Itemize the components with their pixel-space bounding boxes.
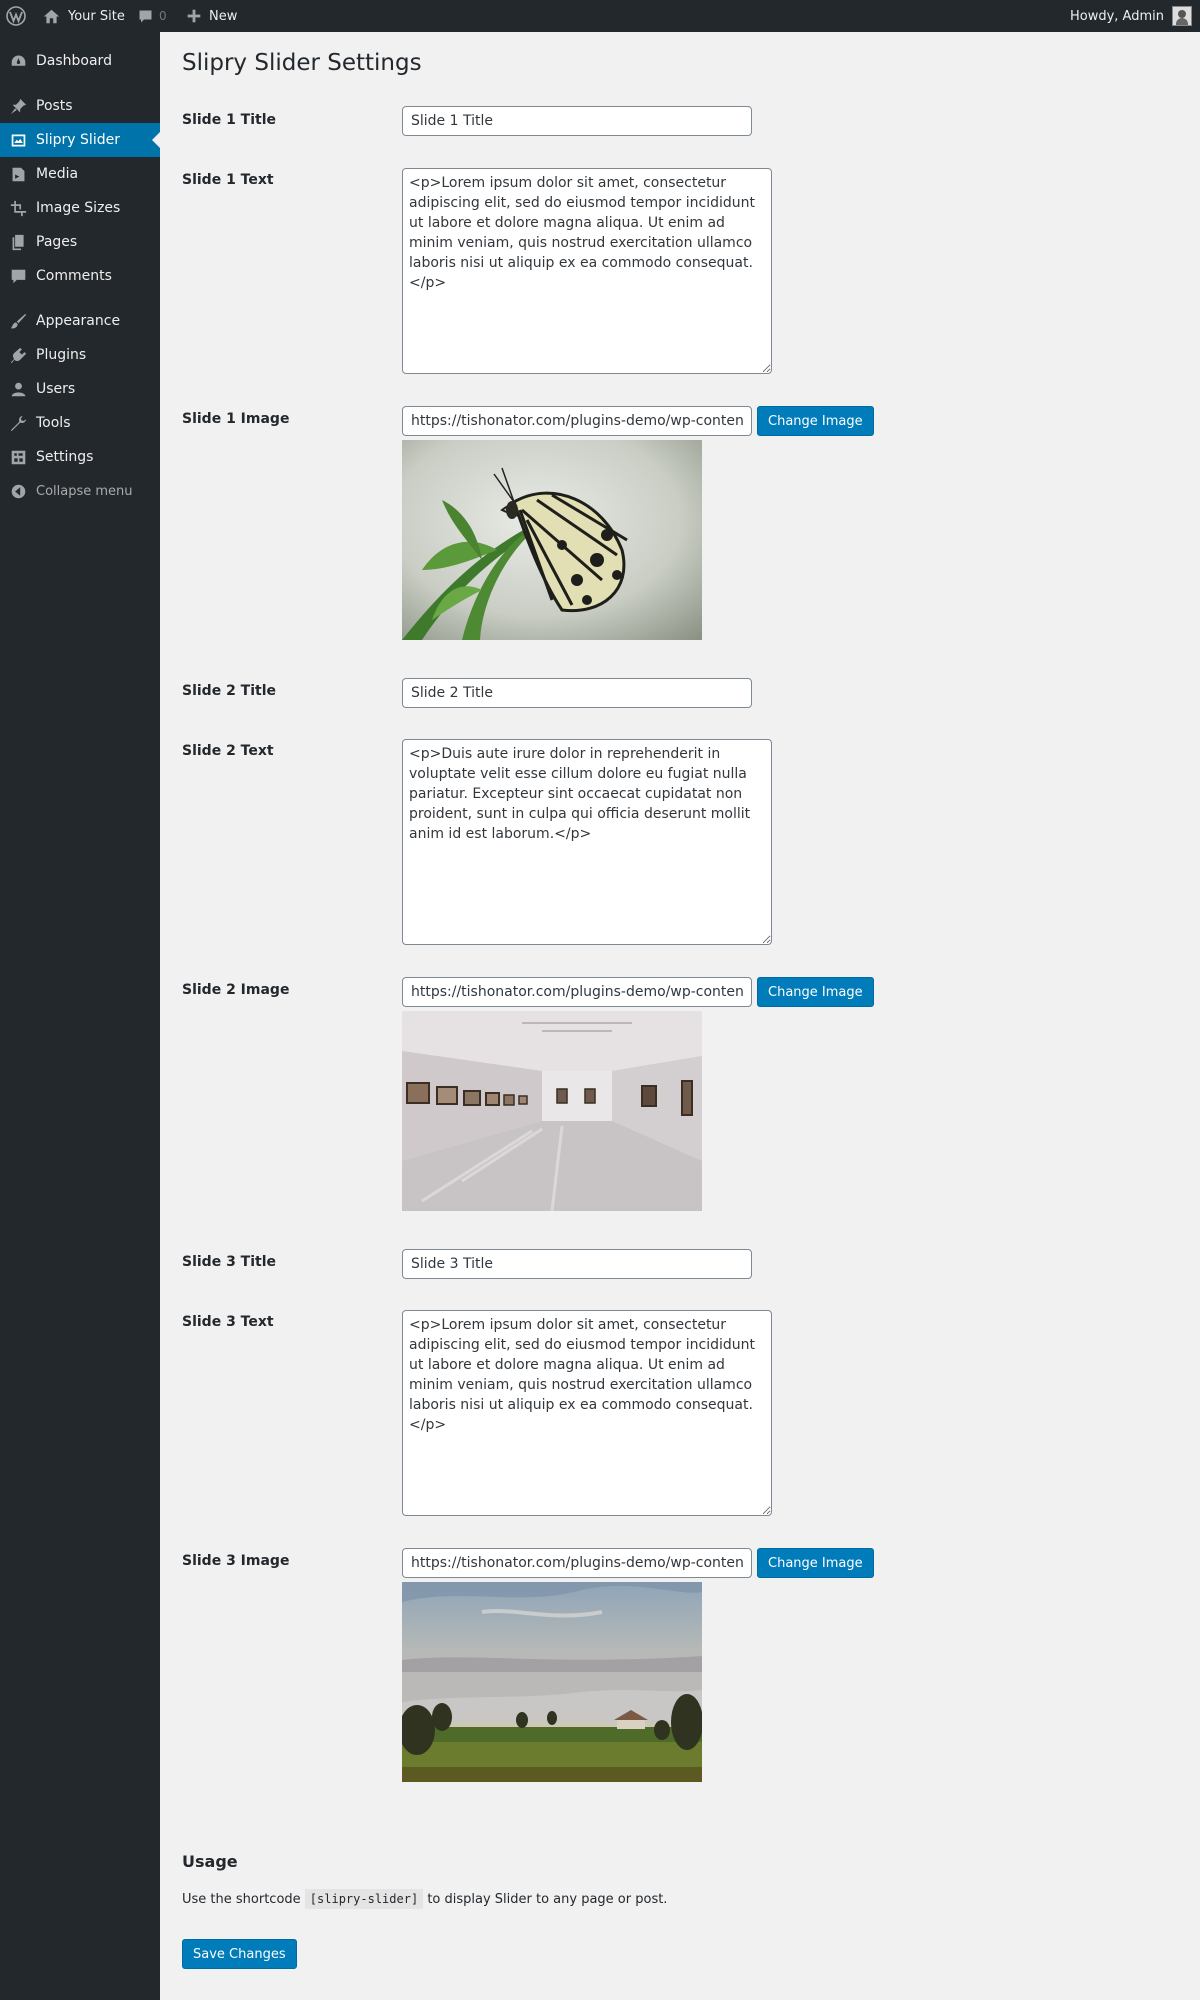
- sidebar-item-users[interactable]: Users: [0, 372, 160, 406]
- sidebar-item-label: Media: [36, 166, 79, 182]
- slide-1-image-butterfly: [402, 440, 702, 640]
- slide-1-change-image-button[interactable]: Change Image: [757, 406, 874, 436]
- collapse-menu-button[interactable]: Collapse menu: [0, 474, 160, 508]
- new-content-link[interactable]: New: [187, 0, 237, 32]
- sidebar-item-plugins[interactable]: Plugins: [0, 338, 160, 372]
- slide-1-text-label: Slide 1 Text: [182, 172, 274, 188]
- slide-1-text-area[interactable]: <p>Lorem ipsum dolor sit amet, consectet…: [402, 168, 772, 374]
- slide-3-title-input[interactable]: [402, 1249, 752, 1279]
- sidebar-item-tools[interactable]: Tools: [0, 406, 160, 440]
- usage-text: Use the shortcode [slipry-slider] to dis…: [182, 1889, 668, 1909]
- sidebar-item-slipry-slider[interactable]: Slipry Slider: [0, 123, 160, 157]
- usage-heading: Usage: [182, 1852, 238, 1871]
- slide-2-image-url-input[interactable]: [402, 977, 752, 1007]
- slide-3-image-landscape: [402, 1582, 702, 1782]
- home-icon: [43, 9, 60, 23]
- pin-icon: [0, 98, 36, 115]
- sidebar-item-label: Comments: [36, 268, 112, 284]
- slide-3-change-image-button[interactable]: Change Image: [757, 1548, 874, 1578]
- sidebar-item-label: Pages: [36, 234, 78, 250]
- sidebar-item-label: Collapse menu: [36, 483, 133, 499]
- crop-icon: [0, 200, 36, 217]
- site-name-link[interactable]: Your Site: [43, 0, 125, 32]
- slide-2-image-label: Slide 2 Image: [182, 982, 290, 998]
- slide-1-image-url-input[interactable]: [402, 406, 752, 436]
- site-name: Your Site: [68, 8, 125, 24]
- admin-sidebar: Dashboard Posts Slipry Slider Media Imag…: [0, 32, 160, 2000]
- slides-icon: [0, 132, 36, 149]
- sidebar-item-media[interactable]: Media: [0, 157, 160, 191]
- new-label: New: [209, 8, 238, 24]
- sidebar-item-label: Appearance: [36, 313, 121, 329]
- user-icon: [0, 381, 36, 398]
- sidebar-item-label: Users: [36, 381, 76, 397]
- usage-text-after: to display Slider to any page or post.: [427, 1892, 668, 1907]
- sidebar-item-pages[interactable]: Pages: [0, 225, 160, 259]
- usage-text-before: Use the shortcode: [182, 1892, 301, 1907]
- slide-2-title-label: Slide 2 Title: [182, 683, 277, 699]
- sidebar-item-appearance[interactable]: Appearance: [0, 304, 160, 338]
- sidebar-item-label: Tools: [36, 415, 71, 431]
- slide-2-change-image-button[interactable]: Change Image: [757, 977, 874, 1007]
- slide-3-image-label: Slide 3 Image: [182, 1553, 290, 1569]
- wordpress-logo-icon[interactable]: [6, 0, 28, 32]
- slide-3-title-label: Slide 3 Title: [182, 1254, 277, 1270]
- brush-icon: [0, 313, 36, 330]
- sidebar-item-posts[interactable]: Posts: [0, 89, 160, 123]
- comment-icon: [0, 268, 36, 285]
- slide-1-image-label: Slide 1 Image: [182, 411, 290, 427]
- avatar: [1172, 6, 1192, 26]
- sidebar-item-comments[interactable]: Comments: [0, 259, 160, 293]
- sidebar-item-settings[interactable]: Settings: [0, 440, 160, 474]
- comment-icon: [139, 10, 152, 22]
- save-changes-button[interactable]: Save Changes: [182, 1939, 297, 1969]
- sidebar-item-label: Slipry Slider: [36, 132, 120, 148]
- slide-3-text-area[interactable]: <p>Lorem ipsum dolor sit amet, consectet…: [402, 1310, 772, 1516]
- plus-icon: [187, 9, 201, 23]
- slide-1-title-input[interactable]: [402, 106, 752, 136]
- comments-link[interactable]: 0: [138, 0, 167, 32]
- dashboard-icon: [0, 53, 36, 70]
- sidebar-item-label: Dashboard: [36, 53, 112, 69]
- pages-icon: [0, 234, 36, 251]
- admin-bar: Your Site 0 New Howdy, Admin: [0, 0, 1200, 32]
- sidebar-item-image-sizes[interactable]: Image Sizes: [0, 191, 160, 225]
- settings-icon: [0, 449, 36, 466]
- slide-3-text-label: Slide 3 Text: [182, 1314, 274, 1330]
- sidebar-item-label: Plugins: [36, 347, 87, 363]
- slide-2-image-gallery: [402, 1011, 702, 1211]
- shortcode: [slipry-slider]: [304, 1889, 424, 1909]
- sidebar-item-dashboard[interactable]: Dashboard: [0, 44, 160, 78]
- sidebar-item-label: Image Sizes: [36, 200, 121, 216]
- sidebar-item-label: Settings: [36, 449, 94, 465]
- my-account-link[interactable]: Howdy, Admin: [1070, 0, 1192, 32]
- slide-2-text-area[interactable]: <p>Duis aute irure dolor in reprehenderi…: [402, 739, 772, 945]
- collapse-icon: [0, 483, 36, 500]
- howdy-text: Howdy, Admin: [1069, 8, 1164, 24]
- slide-2-title-input[interactable]: [402, 678, 752, 708]
- sidebar-item-label: Posts: [36, 98, 73, 114]
- wrench-icon: [0, 415, 36, 432]
- comment-count: 0: [159, 9, 167, 23]
- media-icon: [0, 166, 36, 183]
- plugin-icon: [0, 347, 36, 364]
- slide-1-title-label: Slide 1 Title: [182, 112, 277, 128]
- slide-2-text-label: Slide 2 Text: [182, 743, 274, 759]
- slide-3-image-url-input[interactable]: [402, 1548, 752, 1578]
- page-title: Slipry Slider Settings: [182, 50, 422, 76]
